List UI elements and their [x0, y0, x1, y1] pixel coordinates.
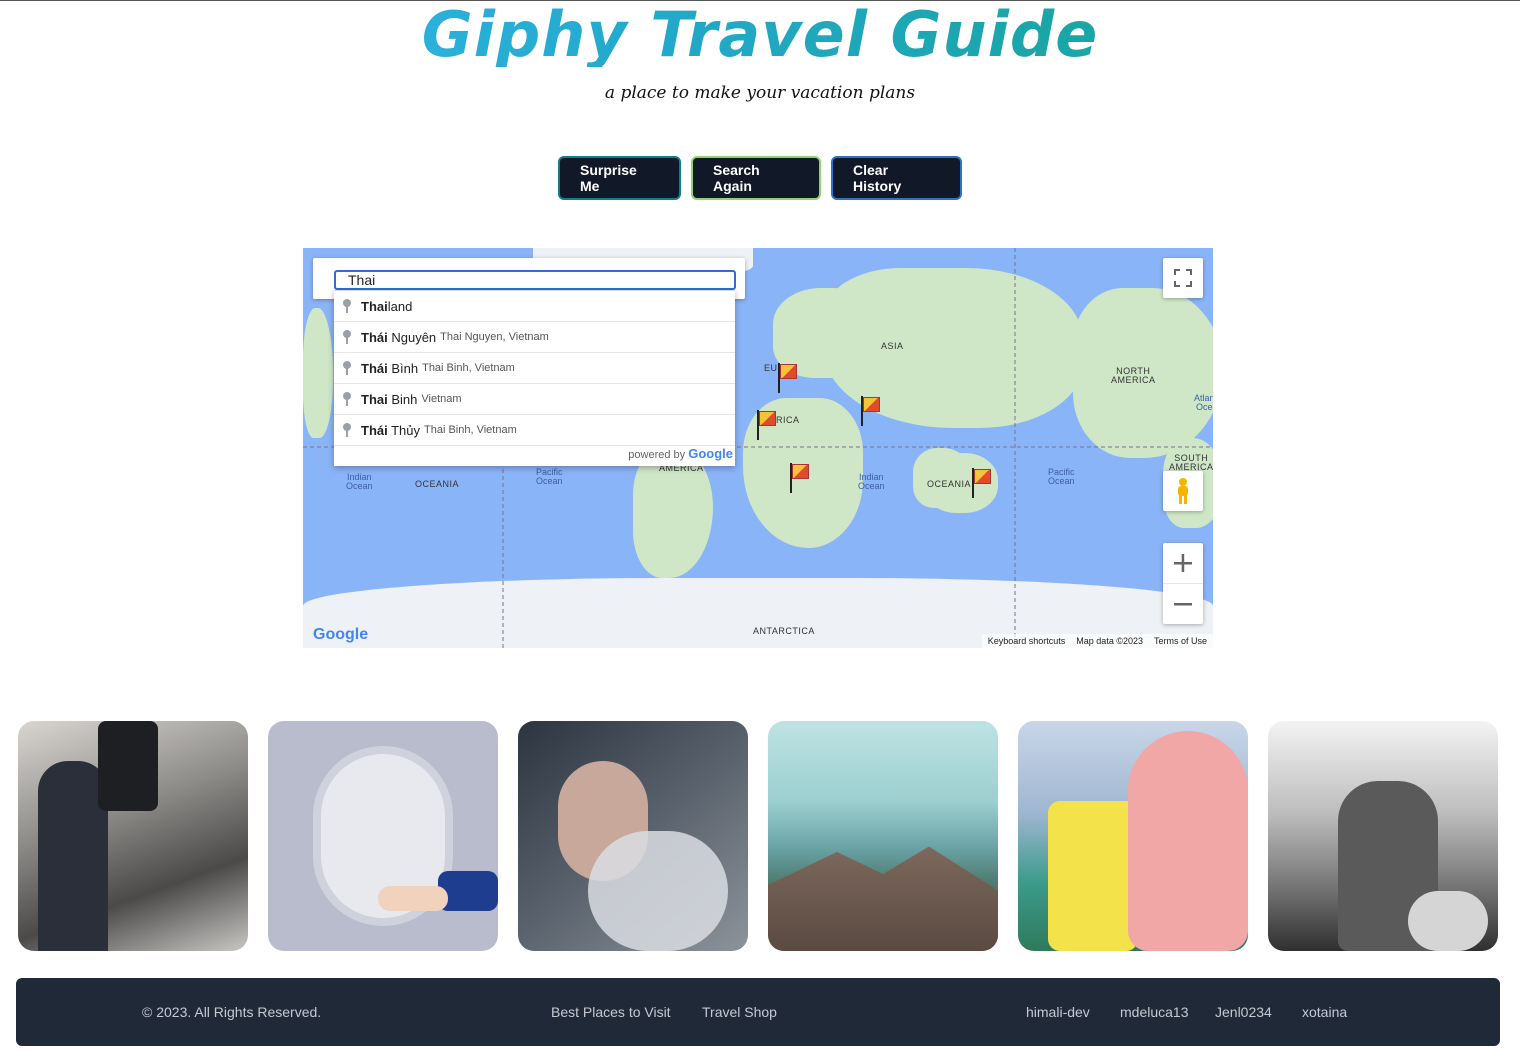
asia-label: ASIA [881, 341, 904, 351]
indian-ocean-right-label: Indian Ocean [858, 472, 885, 491]
indian-ocean-left-label: Indian Ocean [346, 472, 373, 491]
location-pin-icon [342, 299, 352, 313]
location-pin-icon [342, 330, 352, 344]
google-logo-text: Google [313, 626, 369, 643]
autocomplete-rest: Nguyên [387, 329, 437, 345]
map-attribution: Keyboard shortcuts Map data ©2023 Terms … [981, 634, 1213, 648]
autocomplete-dropdown: Thailand Thái Nguyên Thai Nguyen, Vietna… [334, 290, 735, 466]
north-america-label: NORTH AMERICA [1111, 366, 1156, 385]
autocomplete-rest: Thủy [387, 422, 421, 438]
antarctica-label: ANTARCTICA [753, 626, 815, 636]
flag-marker-icon[interactable] [757, 410, 781, 440]
autocomplete-item[interactable]: Thai Binh Vietnam [334, 384, 735, 415]
pacific-ocean-right-label: Pacific Ocean [1048, 467, 1075, 486]
autocomplete-item[interactable]: Thái Bình Thai Binh, Vietnam [334, 353, 735, 384]
keyboard-shortcuts-link[interactable]: Keyboard shortcuts [988, 636, 1066, 646]
author-link[interactable]: xotaina [1302, 1004, 1347, 1020]
site-footer: © 2023. All Rights Reserved. Best Places… [16, 978, 1500, 1046]
pacific-ocean-left-label: Pacific Ocean [536, 467, 563, 486]
autocomplete-match: Thái [361, 329, 388, 345]
vespa-ride-gif[interactable] [1268, 721, 1498, 951]
europe-label: EU [764, 363, 778, 373]
action-buttons: Surprise Me Search Again Clear History [0, 156, 1520, 200]
woman-smoke-gif[interactable] [518, 721, 748, 951]
autocomplete-secondary: Thai Nguyen, Vietnam [440, 331, 549, 343]
location-pin-icon [342, 392, 352, 406]
oceania-right-label: OCEANIA [927, 479, 972, 489]
flag-marker-icon[interactable] [778, 363, 802, 393]
zoom-in-icon[interactable] [1163, 544, 1203, 584]
powered-by-brand: Google [688, 446, 733, 461]
powered-by-text: powered by [628, 449, 686, 461]
footer-link-travel-shop[interactable]: Travel Shop [702, 1004, 777, 1020]
author-link[interactable]: Jenl0234 [1215, 1004, 1272, 1020]
map-data-text: Map data ©2023 [1076, 636, 1143, 646]
autocomplete-match: Thái [361, 422, 388, 438]
autocomplete-item[interactable]: Thái Thủy Thai Binh, Vietnam [334, 415, 735, 446]
autocomplete-item[interactable]: Thái Nguyên Thai Nguyen, Vietnam [334, 322, 735, 353]
south-america-right-label: SOUTH AMERICA [1169, 453, 1213, 472]
google-logo: Google [313, 626, 368, 644]
autocomplete-item[interactable]: Thailand [334, 291, 735, 322]
search-again-button[interactable]: Search Again [691, 156, 821, 200]
airplane-cabin-gif[interactable] [18, 721, 248, 951]
surprise-me-button[interactable]: Surprise Me [558, 156, 681, 200]
flag-marker-icon[interactable] [790, 463, 814, 493]
map-search-input[interactable] [334, 270, 736, 290]
airplane-window-gif[interactable] [268, 721, 498, 951]
location-pin-icon [342, 361, 352, 375]
zoom-controls [1163, 543, 1203, 624]
flag-marker-icon[interactable] [972, 468, 996, 498]
autocomplete-secondary: Thai Binh, Vietnam [422, 362, 515, 374]
powered-by-google: powered by Google [334, 446, 735, 466]
author-link[interactable]: mdeluca13 [1120, 1004, 1189, 1020]
author-link[interactable]: himali-dev [1026, 1004, 1090, 1020]
location-pin-icon [342, 423, 352, 437]
autocomplete-rest: land [387, 298, 413, 314]
clear-history-button[interactable]: Clear History [831, 156, 962, 200]
spongebob-patrick-gif[interactable] [1018, 721, 1248, 951]
autocomplete-secondary: Thai Binh, Vietnam [424, 424, 517, 436]
autocomplete-rest: Binh [387, 391, 418, 407]
fullscreen-icon[interactable] [1163, 258, 1203, 298]
zoom-out-icon[interactable] [1163, 584, 1203, 624]
page-subtitle: a place to make your vacation plans [604, 83, 916, 103]
oceania-left-label: OCEANIA [415, 479, 460, 489]
page-header: Giphy Travel Guide a place to make your … [0, 1, 1520, 104]
powered-by-brand-text: Google [688, 446, 733, 461]
flag-marker-icon[interactable] [861, 396, 885, 426]
copyright-text: © 2023. All Rights Reserved. [142, 1004, 322, 1020]
atlantic-ocean-label: Atlan Oce [1194, 393, 1213, 412]
page-title: Giphy Travel Guide [0, 3, 1520, 67]
mountain-lake-gif[interactable] [768, 721, 998, 951]
autocomplete-match: Thai [361, 391, 388, 407]
autocomplete-secondary: Vietnam [421, 393, 462, 405]
autocomplete-match: Thai [361, 298, 388, 314]
autocomplete-rest: Bình [387, 360, 419, 376]
gif-gallery [18, 721, 1498, 951]
autocomplete-match: Thái [361, 360, 388, 376]
pegman-icon[interactable] [1163, 471, 1203, 511]
terms-of-use-link[interactable]: Terms of Use [1154, 636, 1207, 646]
footer-link-best-places[interactable]: Best Places to Visit [551, 1004, 671, 1020]
